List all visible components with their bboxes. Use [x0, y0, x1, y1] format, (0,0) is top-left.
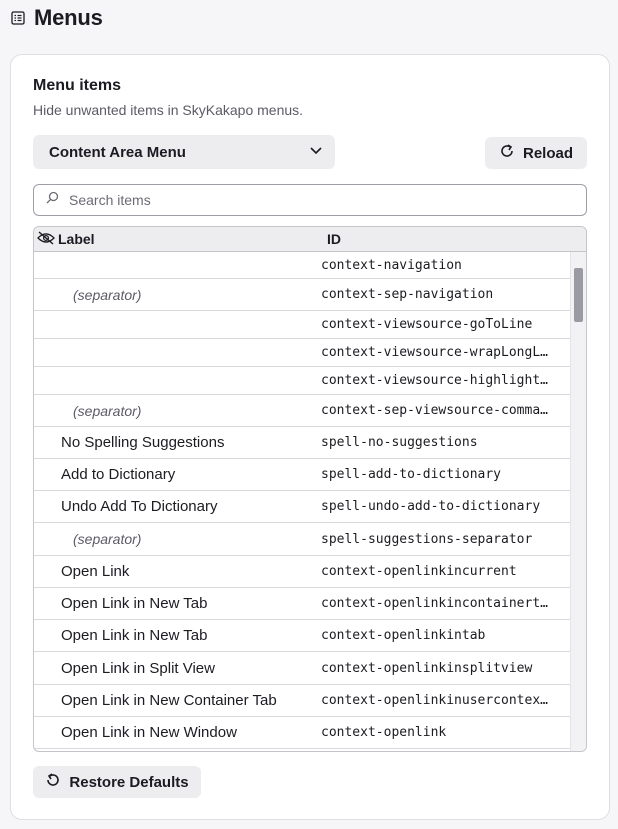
item-id: spell-add-to-dictionary: [321, 467, 502, 482]
menu-select-value: Content Area Menu: [49, 143, 186, 161]
restore-icon: [45, 772, 61, 792]
table-row[interactable]: Undo Add To Dictionary spell-undo-add-to-…: [34, 491, 570, 523]
item-id: context-viewsource-highlight…: [321, 373, 548, 388]
item-id: context-openlinkinsplitview: [321, 660, 533, 676]
item-id: context-navigation: [321, 257, 462, 273]
table-row[interactable]: (separator) spell-suggestions-separator: [34, 523, 570, 556]
item-id: context-openlinkincurrent: [321, 564, 517, 579]
item-id: context-sep-viewsource-comma…: [321, 403, 548, 418]
item-label: Open Link: [61, 563, 130, 580]
item-label: Open Link in New Window: [61, 724, 237, 741]
reload-button[interactable]: Reload: [485, 137, 587, 169]
menu-select[interactable]: Content Area Menu: [33, 135, 335, 169]
item-label: Add to Dictionary: [61, 466, 176, 483]
table-header: Label ID: [34, 227, 586, 252]
item-id: context-openlinkintab: [321, 628, 486, 643]
item-label: No Spelling Suggestions: [61, 434, 225, 451]
item-id: context-openlink: [321, 725, 447, 740]
item-id: context-openlinkinusercontex…: [321, 693, 548, 708]
card-title: Menu items: [33, 77, 122, 94]
scrollbar-thumb[interactable]: [574, 268, 583, 322]
item-id: context-viewsource-wrapLongL…: [321, 345, 548, 360]
restore-defaults-button[interactable]: Restore Defaults: [33, 766, 201, 798]
item-label: Open Link in New Tab: [61, 595, 208, 612]
item-id: spell-undo-add-to-dictionary: [321, 499, 541, 514]
item-label: Open Link in Split View: [61, 659, 215, 677]
item-id: spell-no-suggestions: [321, 435, 478, 450]
restore-label: Restore Defaults: [69, 773, 189, 791]
eye-slash-icon: [37, 230, 55, 248]
search-input[interactable]: [69, 192, 549, 208]
separator-label: (separator): [73, 531, 142, 547]
table-scrollbar[interactable]: [570, 252, 586, 751]
table-row[interactable]: No Spelling Suggestions spell-no-suggesti…: [34, 427, 570, 459]
table-row[interactable]: (separator) context-sep-viewsource-comma…: [34, 395, 570, 427]
reload-label: Reload: [522, 144, 573, 162]
item-label: Open Link in New Tab: [61, 627, 208, 644]
item-label: Undo Add To Dictionary: [61, 498, 218, 515]
table-row[interactable]: context-navigation: [34, 252, 570, 279]
column-label-text: Label: [58, 231, 95, 247]
item-id: context-sep-navigation: [321, 287, 494, 302]
item-label: Open Link in New Container Tab: [61, 692, 277, 709]
chevron-down-icon: [309, 143, 323, 161]
table-row[interactable]: Add to Dictionary spell-add-to-dictionary: [34, 459, 570, 491]
table-row[interactable]: Open Link in New Tab context-openlinkinco…: [34, 588, 570, 620]
table-row[interactable]: context-viewsource-goToLine: [34, 311, 570, 339]
menu-items-card: Menu items Hide unwanted items in SkyKak…: [10, 54, 610, 820]
item-id: spell-suggestions-separator: [321, 531, 533, 547]
table-row[interactable]: Open Link in New Window context-openlink: [34, 717, 570, 749]
card-description: Hide unwanted items in SkyKakapo menus.: [33, 102, 304, 118]
table-row[interactable]: Open Link context-openlinkincurrent: [34, 556, 570, 588]
table-body: context-navigation (separator) context-sep…: [34, 252, 586, 751]
table-row[interactable]: (separator) context-sep-navigation: [34, 279, 570, 311]
item-id: context-openlinkincontainert…: [321, 596, 548, 611]
separator-label: (separator): [73, 402, 142, 419]
item-id: context-viewsource-goToLine: [321, 317, 533, 332]
table-row[interactable]: Open Link in Split View context-openlinki…: [34, 652, 570, 685]
page-title: Menus: [34, 5, 103, 30]
search-icon: [46, 191, 59, 209]
search-box: [33, 184, 587, 216]
table-row[interactable]: context-viewsource-highlight…: [34, 367, 570, 395]
table-row[interactable]: Open Link in New Container Tab context-op…: [34, 685, 570, 717]
table-row[interactable]: context-viewsource-wrapLongL…: [34, 339, 570, 367]
reload-icon: [499, 143, 515, 163]
page-header: Menus: [10, 4, 103, 32]
list-icon: [10, 10, 26, 26]
column-header-label[interactable]: Label: [34, 230, 324, 248]
menu-items-table: Label ID context-navigation (separator) co…: [33, 226, 587, 752]
column-header-id[interactable]: ID: [324, 231, 341, 247]
separator-label: (separator): [73, 286, 142, 303]
table-row[interactable]: Open Link in New Tab context-openlinkinta…: [34, 620, 570, 652]
